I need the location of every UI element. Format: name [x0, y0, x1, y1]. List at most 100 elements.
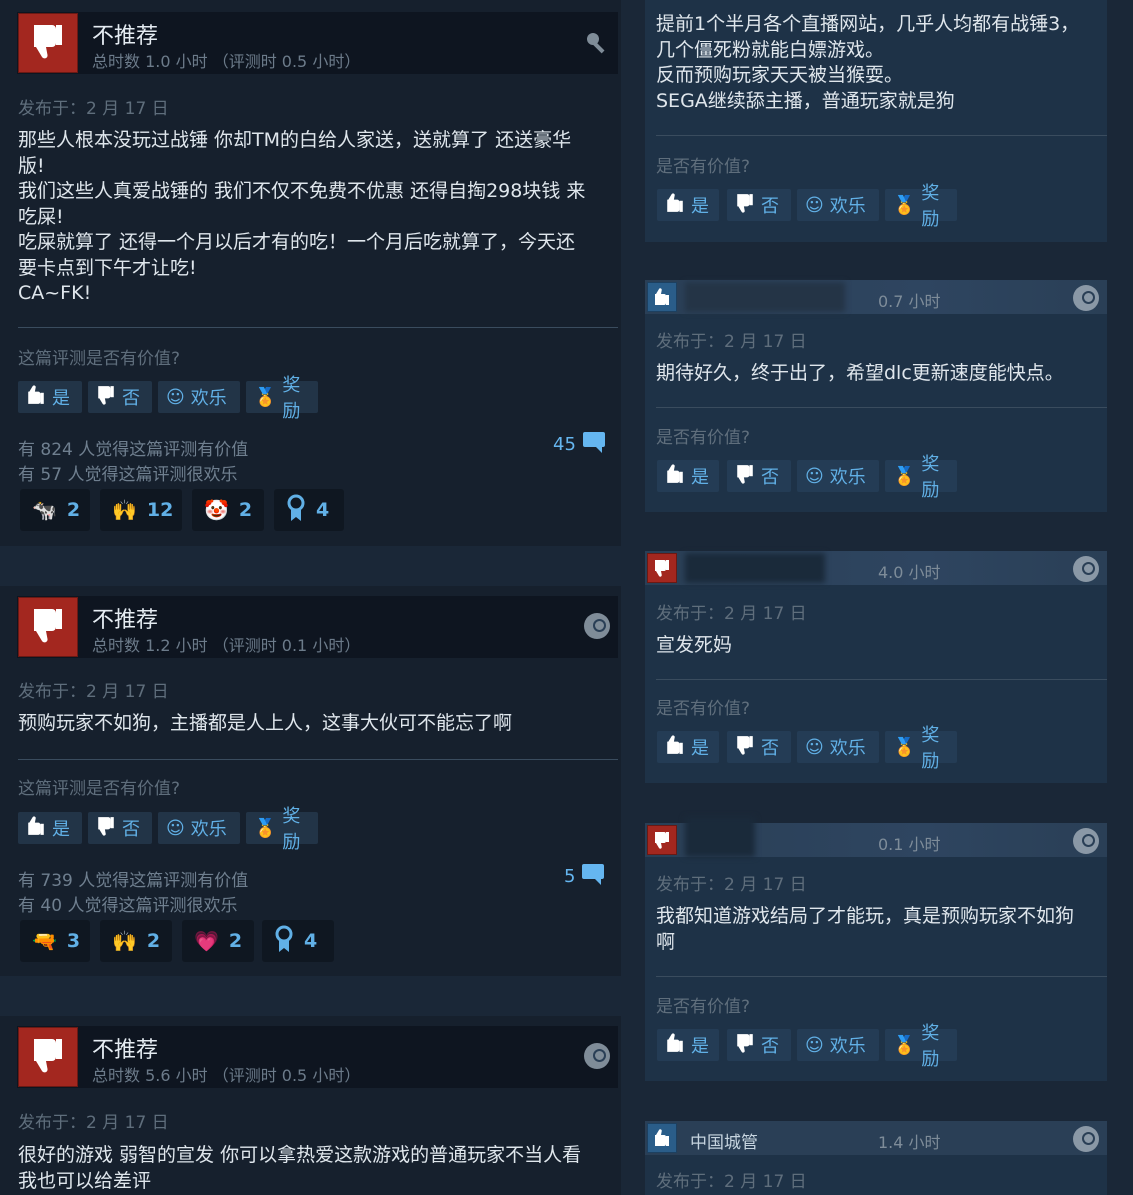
- thumb-down-icon: [18, 1027, 78, 1087]
- vote-yes-button[interactable]: 是: [657, 1029, 719, 1061]
- redacted-username: [685, 553, 825, 583]
- vote-funny-button[interactable]: ☺ 欢乐: [797, 731, 879, 763]
- award-ribbon-icon: 🏅: [893, 194, 916, 216]
- thumb-down-icon: [735, 464, 755, 489]
- playtime: 4.0 小时: [878, 563, 941, 582]
- vote-funny-button[interactable]: ☺ 欢乐: [797, 1029, 879, 1061]
- heart-award-icon: 💗: [194, 929, 219, 953]
- helpful-question: 是否有价值?: [656, 157, 751, 177]
- review-card: 不推荐 总时数 5.6 小时 （评测时 0.5 小时） 发布于：2 月 17 日…: [0, 1016, 621, 1195]
- comment-count-link[interactable]: 45: [553, 431, 606, 458]
- divider: [656, 679, 1107, 680]
- review-card: 不推荐 总时数 1.2 小时 （评测时 0.1 小时） 发布于：2 月 17 日…: [0, 586, 621, 976]
- thumb-up-icon: [665, 192, 685, 218]
- post-date: 发布于：2 月 17 日: [656, 1172, 807, 1192]
- award-badge[interactable]: 🙌 2: [100, 920, 172, 962]
- vote-no-button[interactable]: 否: [727, 731, 791, 763]
- vote-yes-button[interactable]: 是: [657, 731, 719, 763]
- review-text: 我都知道游戏结局了才能玩，真是预购玩家不如狗 啊: [656, 905, 1075, 953]
- award-badge[interactable]: 🐄 2: [20, 489, 90, 531]
- post-date: 发布于：2 月 17 日: [18, 1113, 169, 1133]
- review-verdict: 不推荐: [92, 24, 159, 49]
- award-button[interactable]: 🏅 奖励: [246, 806, 318, 853]
- vote-funny-button[interactable]: ☺ 欢乐: [158, 812, 240, 844]
- review-text: 期待好久，终于出了，希望dlc更新速度能快点。: [656, 362, 1064, 384]
- helpful-question: 这篇评测是否有价值?: [18, 349, 181, 369]
- review-card: 不推荐 总时数 1.0 小时 （评测时 0.5 小时） 发布于：2 月 17 日…: [0, 0, 621, 546]
- vote-no-label: 否: [122, 388, 140, 409]
- vote-no-button[interactable]: 否: [88, 381, 152, 413]
- award-button[interactable]: 🏅 奖励: [885, 183, 957, 230]
- vote-funny-label: 欢乐: [829, 467, 866, 488]
- award-badge[interactable]: 💗 2: [182, 920, 254, 962]
- smile-icon: ☺: [166, 386, 185, 408]
- playtime: 0.7 小时: [878, 292, 941, 311]
- key-icon: [584, 30, 610, 60]
- vote-yes-button[interactable]: 是: [18, 381, 82, 413]
- comment-bubble-icon: [582, 431, 606, 458]
- award-badge[interactable]: 🔫 3: [20, 920, 90, 962]
- vote-yes-label: 是: [691, 1036, 709, 1057]
- award-ribbon-icon: 🏅: [893, 1034, 916, 1056]
- award-button[interactable]: 🏅 奖励: [885, 725, 957, 772]
- award-label: 奖励: [921, 454, 940, 501]
- steam-icon: [1073, 285, 1099, 311]
- review-card: 4.0 小时 发布于：2 月 17 日 宣发死妈 是否有价值? 是 否 ☺ 欢乐…: [645, 551, 1107, 783]
- review-card: 0.7 小时 发布于：2 月 17 日 期待好久，终于出了，希望dlc更新速度能…: [645, 280, 1107, 512]
- vote-no-label: 否: [761, 738, 779, 759]
- ribbon-award-icon: [274, 925, 294, 958]
- comment-count-link[interactable]: 5: [564, 863, 605, 890]
- thumb-down-icon: [18, 597, 78, 657]
- award-badge[interactable]: 4: [274, 489, 344, 531]
- award-label: 奖励: [921, 183, 940, 230]
- divider: [656, 135, 1107, 136]
- playtime: 1.4 小时: [878, 1133, 941, 1152]
- thumb-up-icon: [26, 815, 46, 841]
- thumb-up-icon: [647, 1123, 677, 1153]
- vote-funny-label: 欢乐: [190, 819, 227, 840]
- helpful-question: 这篇评测是否有价值?: [18, 779, 181, 799]
- comment-count: 5: [564, 866, 576, 887]
- funny-count: 有 40 人觉得这篇评测很欢乐: [18, 896, 238, 916]
- hands-award-icon: 🙌: [112, 929, 137, 953]
- review-text: 提前1个半月各个直播网站，几乎人均都有战锤3， 几个僵死粉就能白嫖游戏。 反而预…: [656, 13, 1080, 112]
- vote-no-button[interactable]: 否: [727, 460, 791, 492]
- award-button[interactable]: 🏅 奖励: [246, 375, 318, 422]
- vote-funny-label: 欢乐: [829, 1036, 866, 1057]
- vote-funny-label: 欢乐: [829, 196, 866, 217]
- redacted-username: [685, 817, 755, 857]
- vote-yes-button[interactable]: 是: [657, 189, 719, 221]
- award-button[interactable]: 🏅 奖励: [885, 1023, 957, 1070]
- smile-icon: ☺: [805, 465, 824, 487]
- award-count: 2: [66, 499, 81, 521]
- award-count: 12: [146, 499, 174, 521]
- vote-funny-button[interactable]: ☺ 欢乐: [158, 381, 240, 413]
- smile-icon: ☺: [166, 817, 185, 839]
- thumb-up-icon: [665, 734, 685, 760]
- vote-funny-label: 欢乐: [829, 738, 866, 759]
- award-badge[interactable]: 🤡 2: [192, 489, 264, 531]
- ribbon-award-icon: [286, 494, 306, 527]
- award-button[interactable]: 🏅 奖励: [885, 454, 957, 501]
- award-badge[interactable]: 🙌 12: [100, 489, 182, 531]
- reviewer-name[interactable]: 中国城管: [690, 1128, 758, 1153]
- steam-icon: [1073, 1126, 1099, 1152]
- review-card: 中国城管 1.4 小时 发布于：2 月 17 日: [645, 1121, 1107, 1195]
- vote-funny-button[interactable]: ☺ 欢乐: [797, 460, 879, 492]
- thumb-down-icon: [735, 193, 755, 218]
- vote-no-button[interactable]: 否: [727, 1029, 791, 1061]
- vote-no-label: 否: [761, 1036, 779, 1057]
- thumb-up-icon: [26, 384, 46, 410]
- vote-yes-label: 是: [52, 388, 70, 409]
- post-date: 发布于：2 月 17 日: [18, 682, 169, 702]
- vote-no-button[interactable]: 否: [727, 189, 791, 221]
- post-date: 发布于：2 月 17 日: [656, 875, 807, 895]
- review-text: 很好的游戏 弱智的宣发 你可以拿热爱这款游戏的普通玩家不当人看 我也可以给差评: [18, 1144, 582, 1192]
- gun-award-icon: 🔫: [32, 929, 57, 953]
- vote-yes-button[interactable]: 是: [18, 812, 82, 844]
- vote-no-button[interactable]: 否: [88, 812, 152, 844]
- vote-yes-button[interactable]: 是: [657, 460, 719, 492]
- vote-funny-button[interactable]: ☺ 欢乐: [797, 189, 879, 221]
- thumb-up-icon: [665, 463, 685, 489]
- award-badge[interactable]: 4: [262, 920, 334, 962]
